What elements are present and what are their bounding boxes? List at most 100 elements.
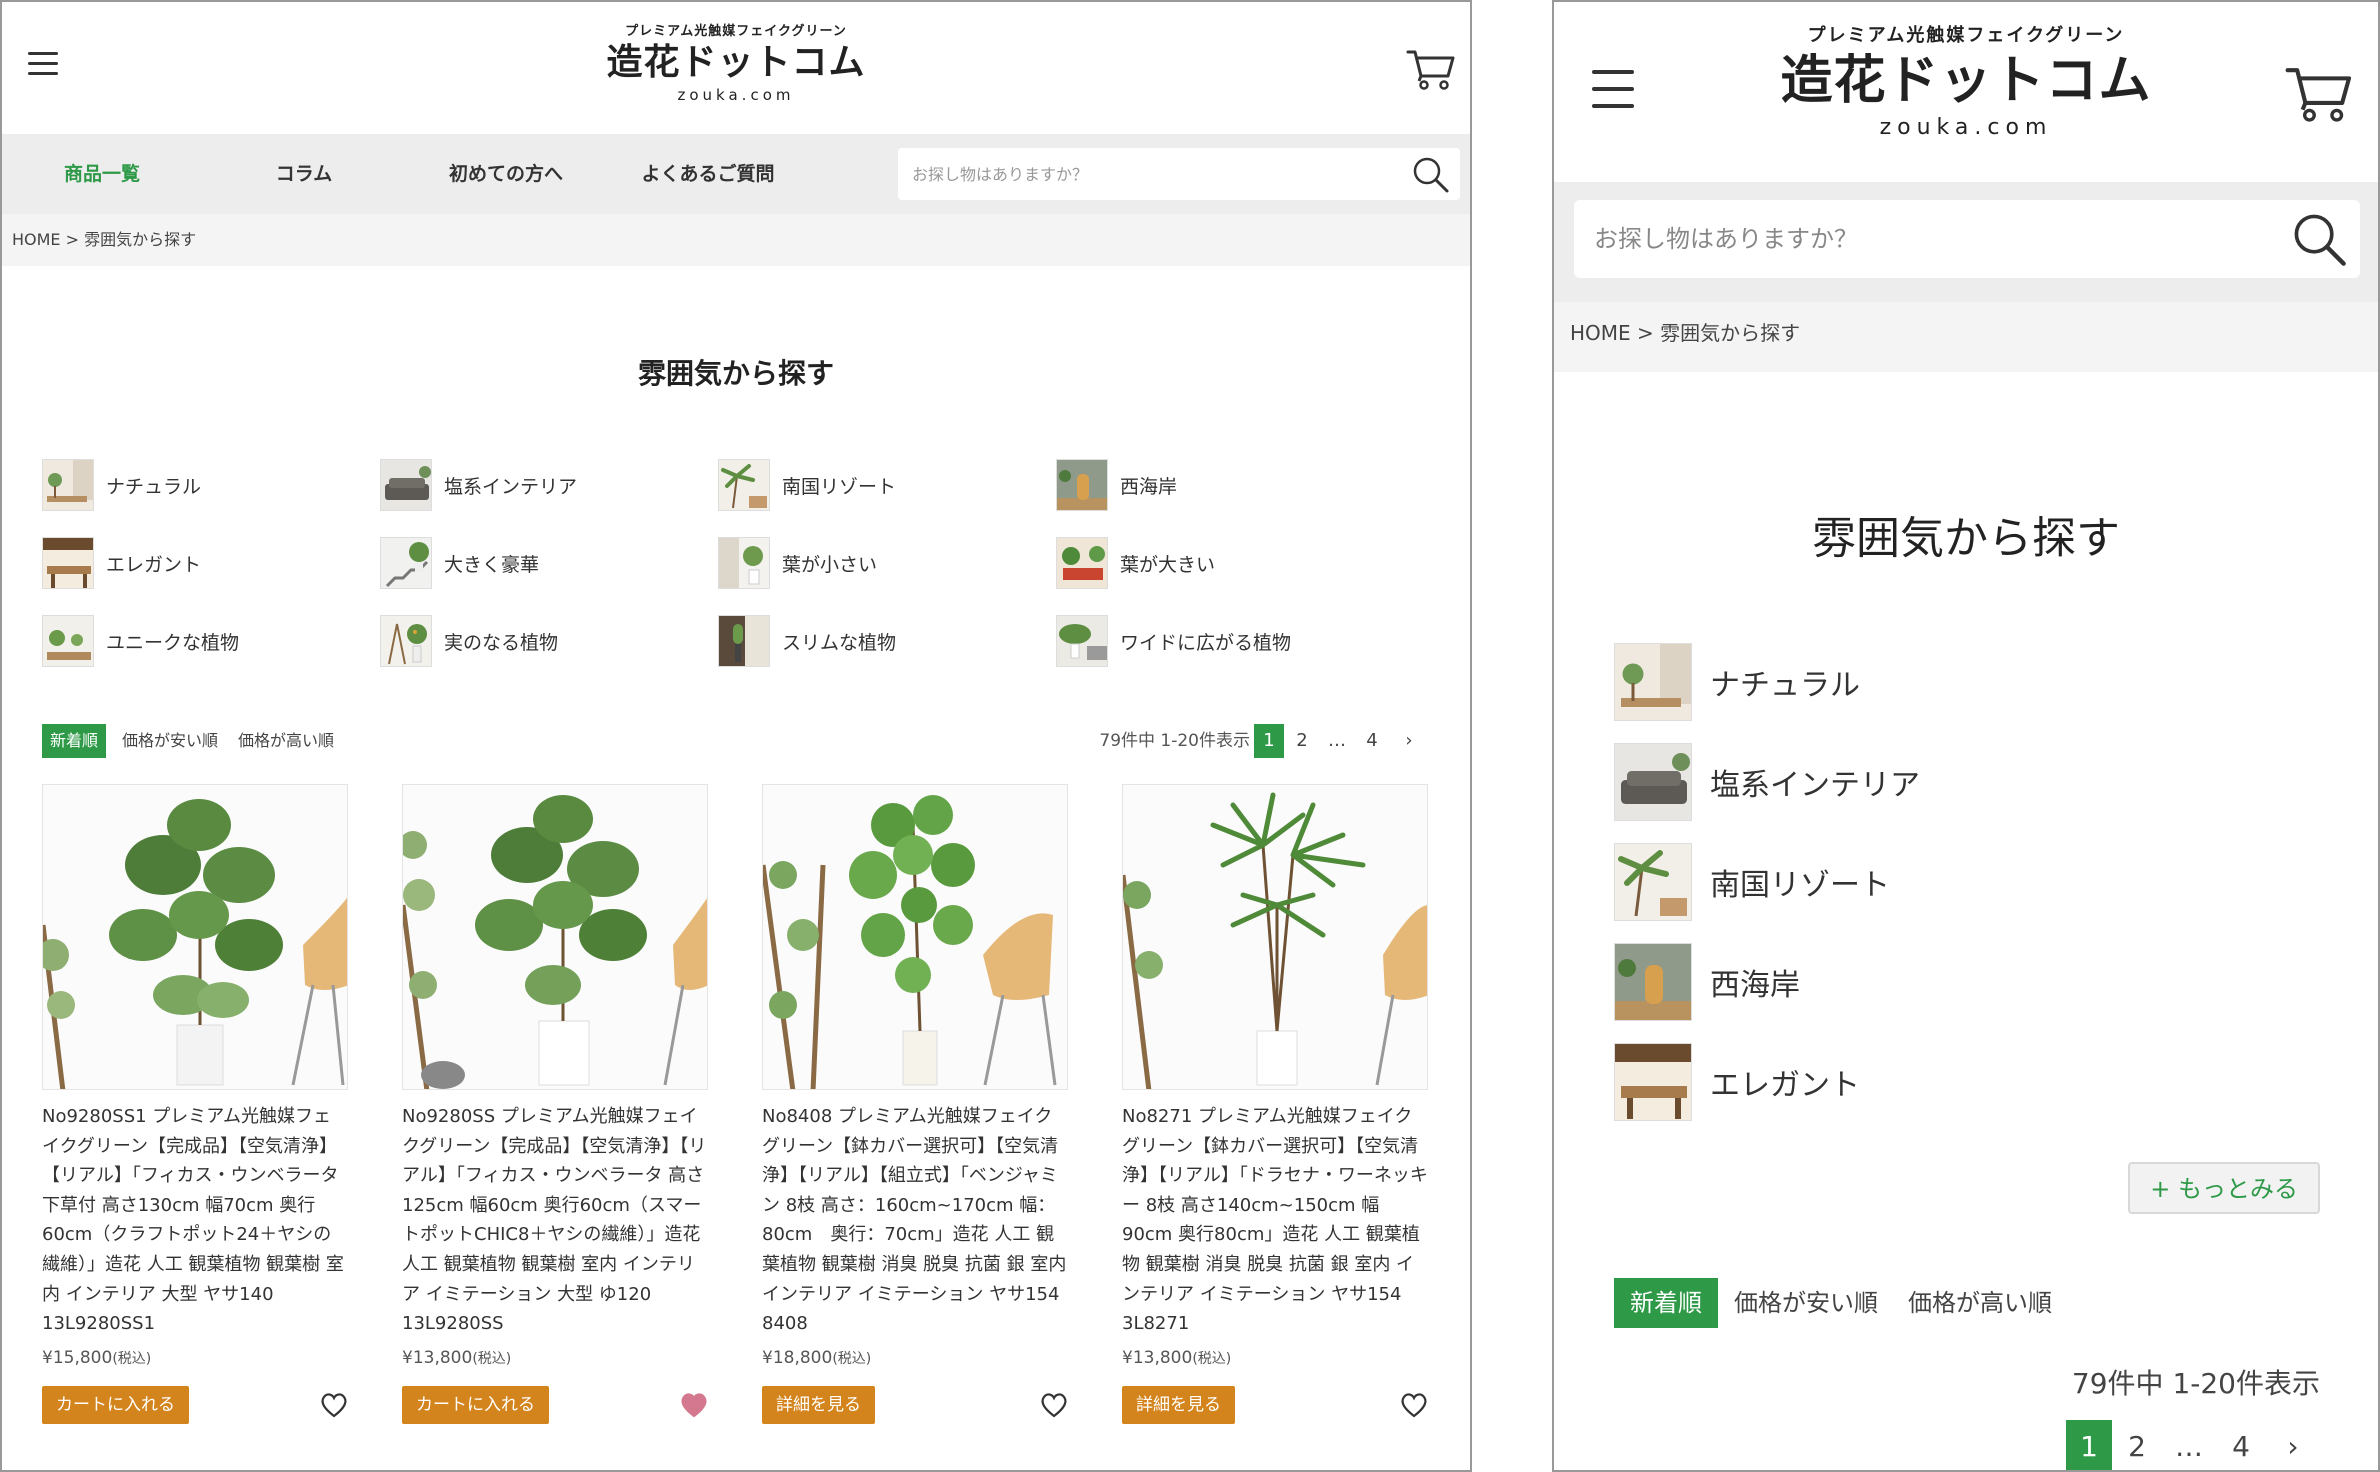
category-label: 塩系インテリア: [444, 475, 578, 498]
category-label: 西海岸: [1710, 968, 1800, 1003]
search-input[interactable]: [1574, 200, 2264, 278]
category-thumbnail: [42, 615, 94, 667]
product-title[interactable]: No8408 プレミアム光触媒フェイクグリーン【鉢カバー選択可】【空気清浄】【リ…: [762, 1102, 1068, 1342]
category-thumbnail: [718, 459, 770, 511]
product-price: ¥13,800(税込): [402, 1348, 511, 1368]
price-value: ¥15,800: [42, 1348, 113, 1368]
cart-icon[interactable]: [1406, 46, 1456, 90]
product-price: ¥13,800(税込): [1122, 1348, 1231, 1368]
price-value: ¥13,800: [1122, 1348, 1193, 1368]
category-label: スリムな植物: [782, 631, 897, 654]
sort-price-asc[interactable]: 価格が安い順: [1734, 1278, 1878, 1328]
category-large-luxurious[interactable]: 大きく豪華: [380, 536, 539, 590]
price-tax-note: (税込): [1192, 1351, 1232, 1367]
category-shio-interior[interactable]: 塩系インテリア: [1614, 742, 1920, 822]
search-bar: [1554, 182, 2378, 302]
product-image[interactable]: [402, 784, 708, 1090]
product-image[interactable]: [1122, 784, 1428, 1090]
price-tax-note: (税込): [112, 1351, 152, 1367]
category-natural[interactable]: ナチュラル: [42, 458, 201, 512]
result-count: 79件中 1-20件表示: [1099, 731, 1250, 751]
product-image[interactable]: [42, 784, 348, 1090]
category-thumbnail: [380, 537, 432, 589]
product-title[interactable]: No8271 プレミアム光触媒フェイクグリーン【鉢カバー選択可】【空気清浄】【リ…: [1122, 1102, 1428, 1342]
show-more-button[interactable]: + もっとみる: [2128, 1162, 2320, 1214]
nav-item-products[interactable]: 商品一覧: [12, 134, 192, 214]
search-icon[interactable]: [1412, 156, 1450, 194]
search-icon[interactable]: [2292, 212, 2348, 268]
category-thumbnail: [380, 615, 432, 667]
category-thumbnail: [1614, 943, 1692, 1021]
product-image[interactable]: [762, 784, 1068, 1090]
breadcrumb-home[interactable]: HOME: [1570, 321, 1631, 345]
category-label: 葉が大きい: [1120, 553, 1216, 576]
product-title[interactable]: No9280SS プレミアム光触媒フェイクグリーン【完成品】【空気清浄】【リアル…: [402, 1102, 708, 1342]
cart-icon[interactable]: [2284, 62, 2354, 122]
sort-price-desc[interactable]: 価格が高い順: [1908, 1278, 2052, 1328]
nav-item-column[interactable]: コラム: [214, 134, 394, 214]
breadcrumb-separator: >: [1630, 321, 1661, 345]
category-tropical-resort[interactable]: 南国リゾート: [1614, 842, 1890, 922]
desktop-view: プレミアム光触媒フェイクグリーン 造花ドットコム zouka.com 商品一覧 …: [0, 0, 1472, 1472]
page-ellipsis: …: [2175, 1430, 2203, 1463]
nav-item-faq[interactable]: よくあるご質問: [618, 134, 798, 214]
category-unique-plants[interactable]: ユニークな植物: [42, 614, 239, 668]
breadcrumb-home[interactable]: HOME: [12, 230, 61, 249]
favorite-heart-icon[interactable]: [1040, 1392, 1068, 1418]
category-thumbnail: [718, 537, 770, 589]
site-logo[interactable]: プレミアム光触媒フェイクグリーン 造花ドットコム zouka.com: [1554, 24, 2378, 142]
category-west-coast[interactable]: 西海岸: [1614, 942, 1800, 1022]
sort-newest[interactable]: 新着順: [42, 724, 107, 758]
sort-price-asc[interactable]: 価格が安い順: [122, 724, 218, 758]
category-thumbnail: [1056, 615, 1108, 667]
category-elegant[interactable]: エレガント: [42, 536, 201, 590]
search-box: [898, 148, 1460, 200]
product-card: No8271 プレミアム光触媒フェイクグリーン【鉢カバー選択可】【空気清浄】【リ…: [1122, 784, 1428, 1464]
product-price: ¥15,800(税込): [42, 1348, 151, 1368]
page-2[interactable]: 2: [1287, 724, 1317, 758]
page-1[interactable]: 1: [1254, 724, 1284, 758]
category-small-leaves[interactable]: 葉が小さい: [718, 536, 877, 590]
add-to-cart-button[interactable]: カートに入れる: [402, 1386, 549, 1424]
result-count: 79件中 1-20件表示: [2071, 1367, 2320, 1400]
favorite-heart-icon[interactable]: [680, 1392, 708, 1418]
favorite-heart-icon[interactable]: [1400, 1392, 1428, 1418]
category-shio-interior[interactable]: 塩系インテリア: [380, 458, 577, 512]
page-4[interactable]: 4: [2218, 1420, 2264, 1470]
page-ellipsis: …: [1328, 730, 1346, 751]
next-page-chevron-icon[interactable]: ›: [2270, 1420, 2316, 1470]
category-west-coast[interactable]: 西海岸: [1056, 458, 1177, 512]
search-input[interactable]: [898, 148, 1388, 200]
page-title: 雰囲気から探す: [637, 357, 834, 390]
favorite-heart-icon[interactable]: [320, 1392, 348, 1418]
breadcrumb-current: 雰囲気から探す: [84, 230, 197, 249]
category-label: 大きく豪華: [444, 553, 540, 576]
next-page-chevron-icon[interactable]: ›: [1394, 724, 1424, 758]
breadcrumb: HOME > 雰囲気から探す: [1554, 302, 2378, 372]
page-1[interactable]: 1: [2066, 1420, 2112, 1470]
category-natural[interactable]: ナチュラル: [1614, 642, 1860, 722]
view-details-button[interactable]: 詳細を見る: [762, 1386, 875, 1424]
nav-item-beginners[interactable]: 初めての方へ: [416, 134, 596, 214]
category-label: エレガント: [106, 553, 202, 576]
category-wide-plants[interactable]: ワイドに広がる植物: [1056, 614, 1291, 668]
page-2[interactable]: 2: [2114, 1420, 2160, 1470]
main-nav: 商品一覧 コラム 初めての方へ よくあるご質問: [2, 134, 1470, 214]
category-tropical-resort[interactable]: 南国リゾート: [718, 458, 896, 512]
page-4[interactable]: 4: [1357, 724, 1387, 758]
product-title[interactable]: No9280SS1 プレミアム光触媒フェイクグリーン【完成品】【空気清浄】【リア…: [42, 1102, 348, 1342]
sort-price-desc[interactable]: 価格が高い順: [238, 724, 334, 758]
view-details-button[interactable]: 詳細を見る: [1122, 1386, 1235, 1424]
category-elegant[interactable]: エレガント: [1614, 1042, 1860, 1122]
site-logo[interactable]: プレミアム光触媒フェイクグリーン 造花ドットコム zouka.com: [2, 24, 1470, 104]
category-large-leaves[interactable]: 葉が大きい: [1056, 536, 1215, 590]
add-to-cart-button[interactable]: カートに入れる: [42, 1386, 189, 1424]
category-fruit-plants[interactable]: 実のなる植物: [380, 614, 558, 668]
category-label: 塩系インテリア: [1710, 768, 1920, 803]
mood-category-list: ナチュラル 塩系インテリア 南国リゾート 西海岸 エレガント: [1614, 642, 2314, 1122]
sort-newest[interactable]: 新着順: [1614, 1278, 1718, 1328]
site-header: プレミアム光触媒フェイクグリーン 造花ドットコム zouka.com: [2, 2, 1470, 134]
breadcrumb-separator: >: [60, 230, 85, 249]
product-price: ¥18,800(税込): [762, 1348, 871, 1368]
category-slim-plants[interactable]: スリムな植物: [718, 614, 896, 668]
